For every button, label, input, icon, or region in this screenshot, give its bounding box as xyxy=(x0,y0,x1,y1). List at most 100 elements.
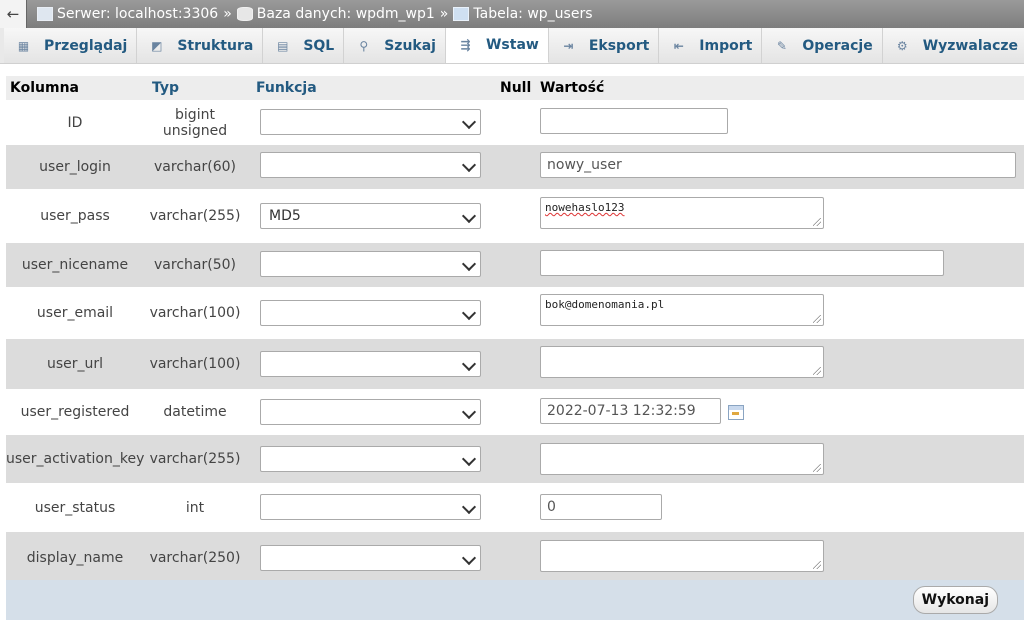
tab-browse[interactable]: ▦ Przeglądaj xyxy=(4,28,138,63)
tab-triggers[interactable]: ⚙ Wyzwalacze xyxy=(882,28,1024,63)
function-select[interactable] xyxy=(260,300,481,326)
database-icon xyxy=(236,7,253,21)
tab-label: Wstaw xyxy=(485,37,539,53)
value-input[interactable] xyxy=(540,250,944,276)
chevron-down-icon xyxy=(461,451,477,467)
value-textarea[interactable] xyxy=(540,346,824,378)
tab-insert[interactable]: ⇶ Wstaw xyxy=(445,28,549,63)
table-row: display_name varchar(250) xyxy=(6,532,1024,584)
triggers-icon: ⚙ xyxy=(896,38,908,53)
value-textarea[interactable] xyxy=(540,540,824,572)
tab-label: Wyzwalacze xyxy=(922,37,1019,54)
chevron-down-icon xyxy=(461,499,477,515)
tab-label: SQL xyxy=(303,37,335,54)
function-value: MD5 xyxy=(269,208,301,224)
header-column: Kolumna xyxy=(10,80,79,96)
chevron-down-icon xyxy=(461,550,477,566)
column-type: bigint unsigned xyxy=(162,107,228,139)
table-row: user_status int 0 xyxy=(6,483,1024,532)
column-name: user_login xyxy=(39,159,111,175)
tab-operations[interactable]: ✎ Operacje xyxy=(762,28,883,63)
textarea-text: nowehaslo123 xyxy=(545,201,625,214)
column-name: user_nicename xyxy=(21,257,129,273)
function-select[interactable] xyxy=(260,446,481,472)
back-arrow-icon[interactable]: ← xyxy=(0,0,27,28)
header-type[interactable]: Typ xyxy=(150,80,256,96)
tab-structure[interactable]: ◩ Struktura xyxy=(137,28,264,63)
column-type: varchar(255) xyxy=(149,208,241,224)
column-name: user_status xyxy=(34,499,116,516)
resize-grip-icon[interactable] xyxy=(813,315,821,323)
import-icon: ⇤ xyxy=(673,38,684,53)
tab-label: Przeglądaj xyxy=(44,37,128,54)
chevron-down-icon xyxy=(461,208,477,224)
breadcrumb-table[interactable]: Tabela: wp_users xyxy=(473,6,592,22)
table-icon xyxy=(453,7,470,21)
function-select[interactable]: MD5 xyxy=(260,203,481,229)
column-type: varchar(50) xyxy=(154,257,236,273)
table-row: user_url varchar(100) xyxy=(6,339,1024,389)
breadcrumb-server[interactable]: Serwer: localhost:3306 xyxy=(57,6,218,22)
tab-label: Import xyxy=(699,37,753,54)
chevron-down-icon xyxy=(461,356,477,372)
structure-icon: ◩ xyxy=(151,38,163,53)
breadcrumb-separator: » xyxy=(439,6,449,22)
tab-search[interactable]: ⚲ Szukaj xyxy=(344,28,446,63)
table-row: user_registered datetime 2022-07-13 12:3… xyxy=(6,389,1024,435)
header-function[interactable]: Funkcja xyxy=(256,80,500,96)
function-select[interactable] xyxy=(260,109,481,135)
tab-export[interactable]: ⇥ Eksport xyxy=(548,28,660,63)
chevron-down-icon xyxy=(461,157,477,173)
resize-grip-icon[interactable] xyxy=(813,367,821,375)
column-type: varchar(60) xyxy=(154,159,236,175)
column-type: varchar(255) xyxy=(149,451,241,467)
calendar-icon[interactable] xyxy=(728,405,744,420)
value-textarea[interactable]: bok@domenomania.pl xyxy=(540,294,824,326)
column-type: datetime xyxy=(163,404,227,420)
tab-label: Szukaj xyxy=(384,37,436,54)
resize-grip-icon[interactable] xyxy=(813,561,821,569)
datetime-input[interactable]: 2022-07-13 12:32:59 xyxy=(540,398,721,424)
tab-sql[interactable]: ▤ SQL xyxy=(263,28,345,63)
breadcrumb-bar: ← Serwer: localhost:3306 » Baza danych: … xyxy=(0,0,1024,28)
value-input[interactable]: 0 xyxy=(540,494,662,520)
chevron-down-icon xyxy=(461,404,477,420)
search-icon: ⚲ xyxy=(359,38,369,53)
browse-icon: ▦ xyxy=(17,38,30,53)
breadcrumb-separator: » xyxy=(223,6,232,22)
breadcrumb-database[interactable]: Baza danych: wpdm_wp1 xyxy=(257,6,435,22)
value-textarea[interactable]: nowehaslo123 xyxy=(540,197,824,229)
wrench-icon: ✎ xyxy=(776,38,787,53)
column-name: user_url xyxy=(46,356,104,372)
export-icon: ⇥ xyxy=(563,38,574,53)
resize-grip-icon[interactable] xyxy=(813,218,821,226)
function-select[interactable] xyxy=(260,545,481,571)
resize-grip-icon[interactable] xyxy=(813,464,821,472)
value-textarea[interactable] xyxy=(540,443,824,475)
column-name: user_email xyxy=(36,305,114,321)
table-header: Kolumna Typ Funkcja Null Wartość xyxy=(6,76,1024,101)
column-type: int xyxy=(185,499,205,516)
tab-import[interactable]: ⇤ Import xyxy=(659,28,763,63)
function-select[interactable] xyxy=(260,351,481,377)
column-name: ID xyxy=(67,115,83,131)
function-select[interactable] xyxy=(260,152,481,178)
table-row: ID bigint unsigned xyxy=(6,101,1024,145)
table-row: user_nicename varchar(50) xyxy=(6,243,1024,287)
function-select[interactable] xyxy=(260,494,481,520)
header-value: Wartość xyxy=(540,80,605,96)
value-input[interactable] xyxy=(540,108,728,134)
function-select[interactable] xyxy=(260,251,481,277)
table-row: user_email varchar(100) bok@domenomania.… xyxy=(6,287,1024,339)
value-input[interactable]: nowy_user xyxy=(540,152,1016,178)
tab-bar: ▦ Przeglądaj ◩ Struktura ▤ SQL ⚲ Szukaj ⇶ Wst… xyxy=(0,28,1024,64)
sql-icon: ▤ xyxy=(277,38,289,53)
textarea-text: bok@domenomania.pl xyxy=(545,298,665,311)
submit-button[interactable]: Wykonaj xyxy=(912,586,998,614)
column-type: varchar(250) xyxy=(149,550,241,566)
column-type: varchar(100) xyxy=(149,356,241,372)
insert-icon: ⇶ xyxy=(460,38,471,52)
function-select[interactable] xyxy=(260,399,481,425)
breadcrumb: Serwer: localhost:3306 » Baza danych: wp… xyxy=(27,6,593,22)
column-name: user_activation_key xyxy=(6,451,145,467)
